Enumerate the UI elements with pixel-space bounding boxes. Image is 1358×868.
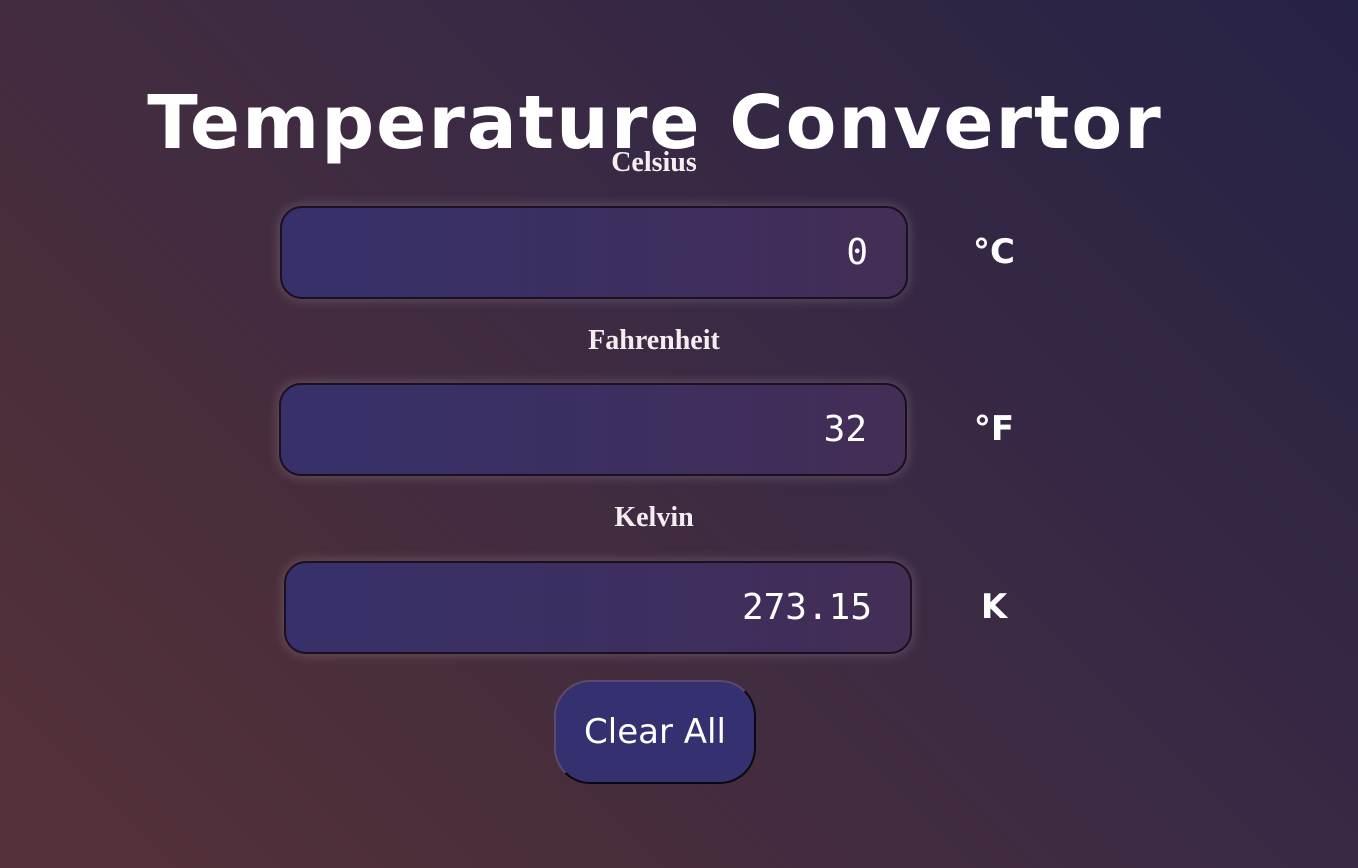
kelvin-label: Kelvin bbox=[614, 502, 694, 533]
kelvin-input[interactable] bbox=[284, 561, 912, 654]
clear-all-button[interactable]: Clear All bbox=[554, 680, 756, 784]
fahrenheit-unit: °F bbox=[973, 409, 1015, 449]
celsius-unit: °C bbox=[973, 232, 1015, 272]
fahrenheit-input[interactable] bbox=[279, 383, 907, 476]
celsius-label: Celsius bbox=[611, 147, 697, 178]
fahrenheit-label: Fahrenheit bbox=[588, 325, 720, 356]
kelvin-unit: K bbox=[980, 587, 1008, 627]
celsius-input[interactable] bbox=[280, 206, 908, 299]
